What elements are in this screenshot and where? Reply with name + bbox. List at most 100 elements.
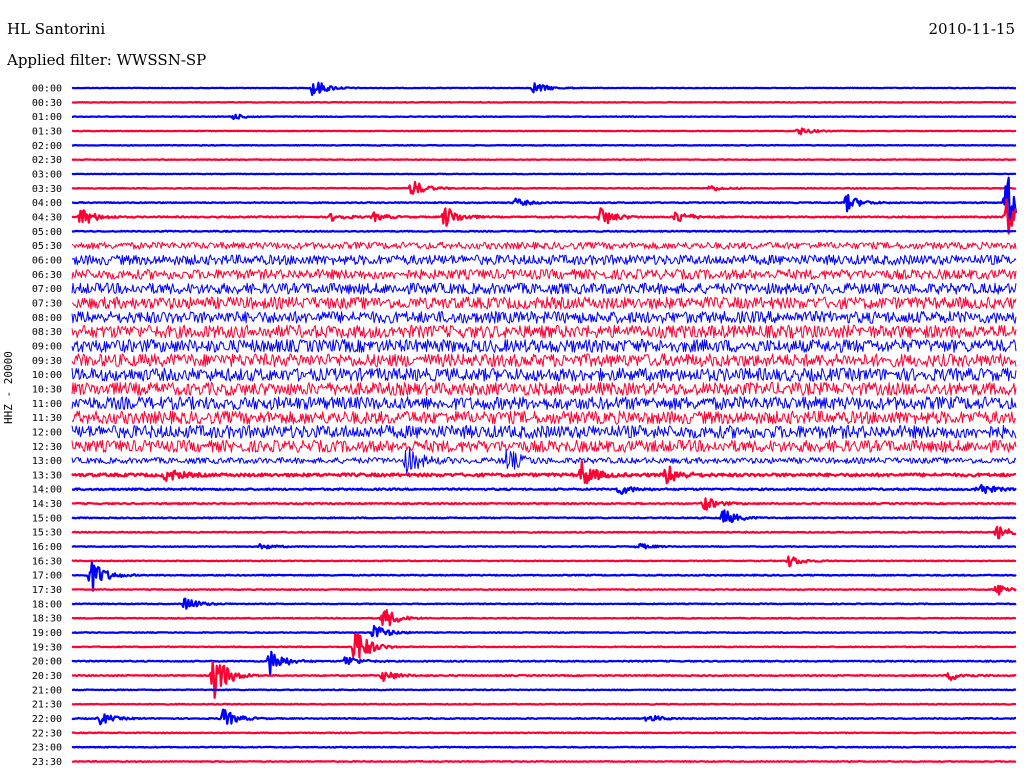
trace-row [71, 310, 1017, 324]
filter-label: Applied filter: WWSSN-SP [7, 51, 207, 69]
time-labels: 00:00 00:30 01:00 01:30 02:00 02:30 03:00 03:30… [32, 84, 62, 769]
trace-row [71, 660, 1017, 699]
trace-row [71, 688, 1017, 692]
trace-row [71, 172, 1017, 176]
time-label: 09:30 [32, 356, 62, 367]
trace-row [71, 100, 1017, 104]
time-label: 04:30 [32, 212, 62, 223]
trace-row [71, 632, 1017, 659]
time-label: 03:00 [32, 169, 62, 180]
time-label: 06:30 [32, 270, 62, 281]
time-label: 14:00 [32, 485, 62, 496]
trace-row [71, 497, 1017, 511]
trace-row [71, 424, 1017, 439]
trace-row [71, 176, 1018, 223]
trace-row [71, 525, 1017, 540]
trace-row [71, 745, 1017, 749]
trace-row [71, 381, 1017, 396]
time-label: 04:00 [32, 198, 62, 209]
trace-row [71, 338, 1017, 353]
time-label: 23:00 [32, 743, 62, 754]
time-label: 18:30 [32, 614, 62, 625]
trace-row [71, 241, 1017, 250]
time-label: 23:30 [32, 757, 62, 768]
trace-row [71, 608, 1017, 627]
time-label: 20:00 [32, 657, 62, 668]
time-label: 19:30 [32, 642, 62, 653]
time-label: 15:00 [32, 513, 62, 524]
trace-row [71, 254, 1017, 266]
time-label: 02:00 [32, 141, 62, 152]
trace-row [71, 268, 1017, 280]
time-label: 02:30 [32, 155, 62, 166]
trace-row [71, 353, 1017, 368]
time-label: 00:00 [32, 84, 62, 95]
helicorder-plot: 00:00 00:30 01:00 01:30 02:00 02:30 03:00 03:30… [32, 81, 1018, 769]
time-label: 10:00 [32, 370, 62, 381]
trace-row [71, 483, 1017, 495]
trace-row [71, 542, 1017, 550]
trace-row [71, 282, 1017, 295]
trace-row [71, 509, 1017, 524]
trace-row [71, 324, 1017, 339]
record-date: 2010-11-15 [928, 20, 1015, 38]
time-label: 05:00 [32, 227, 62, 238]
time-label: 22:30 [32, 728, 62, 739]
trace-row [71, 113, 1017, 121]
time-label: 10:30 [32, 384, 62, 395]
time-label: 05:30 [32, 241, 62, 252]
time-label: 17:00 [32, 571, 62, 582]
time-label: 21:00 [32, 685, 62, 696]
time-label: 20:30 [32, 671, 62, 682]
seismic-traces [71, 81, 1018, 764]
trace-row [71, 731, 1017, 735]
time-label: 06:00 [32, 255, 62, 266]
trace-row [71, 759, 1017, 764]
time-label: 21:30 [32, 700, 62, 711]
trace-row [71, 180, 1017, 195]
trace-row [71, 624, 1017, 638]
time-label: 11:30 [32, 413, 62, 424]
trace-row [71, 367, 1017, 382]
trace-row [71, 460, 1017, 485]
time-label: 01:30 [32, 126, 62, 137]
channel-label: HHZ - 20000 [2, 351, 15, 424]
trace-row [71, 708, 1017, 726]
time-label: 01:00 [32, 112, 62, 123]
trace-row [71, 597, 1017, 610]
trace-row [71, 555, 1017, 568]
trace-row [71, 439, 1017, 453]
station-name: HL Santorini [7, 20, 106, 38]
trace-row [71, 561, 1017, 592]
time-label: 08:30 [32, 327, 62, 338]
trace-row [71, 446, 1017, 474]
time-label: 22:00 [32, 714, 62, 725]
time-label: 17:30 [32, 585, 62, 596]
time-label: 11:00 [32, 399, 62, 410]
trace-row [71, 158, 1017, 161]
time-label: 16:00 [32, 542, 62, 553]
time-label: 18:00 [32, 599, 62, 610]
time-label: 13:00 [32, 456, 62, 467]
time-label: 03:30 [32, 184, 62, 195]
trace-row [71, 143, 1017, 147]
time-label: 15:30 [32, 528, 62, 539]
time-label: 12:30 [32, 442, 62, 453]
time-label: 12:00 [32, 427, 62, 438]
time-label: 19:00 [32, 628, 62, 639]
time-label: 13:30 [32, 470, 62, 481]
trace-row [71, 584, 1017, 596]
trace-row [71, 410, 1017, 425]
time-label: 07:00 [32, 284, 62, 295]
trace-row [71, 127, 1017, 136]
trace-row [71, 296, 1017, 310]
time-label: 09:00 [32, 341, 62, 352]
trace-row [71, 702, 1017, 706]
trace-row [71, 396, 1017, 411]
trace-row [71, 81, 1017, 97]
time-label: 08:00 [32, 313, 62, 324]
time-label: 07:30 [32, 298, 62, 309]
time-label: 16:30 [32, 556, 62, 567]
time-label: 14:30 [32, 499, 62, 510]
time-label: 00:30 [32, 98, 62, 109]
